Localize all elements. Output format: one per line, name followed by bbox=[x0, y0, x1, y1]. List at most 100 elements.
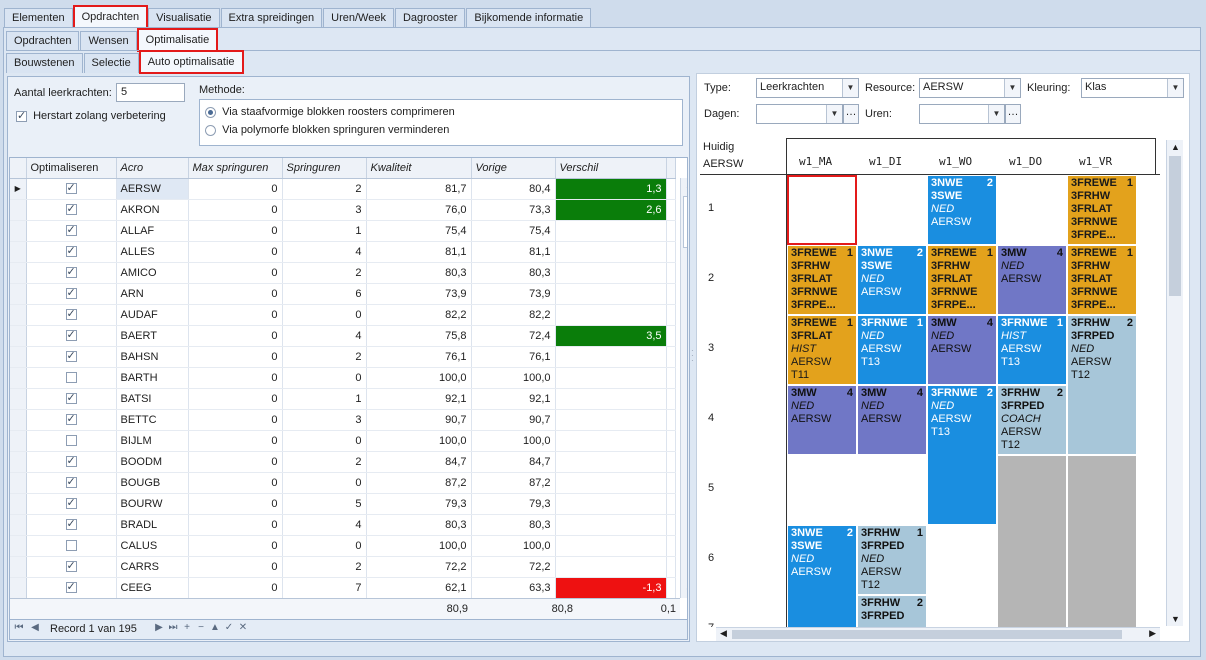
acro-cell[interactable]: BAHSN bbox=[116, 346, 189, 368]
row-indicator[interactable] bbox=[10, 199, 27, 221]
kwaliteit-cell[interactable]: 84,7 bbox=[366, 451, 472, 473]
max-springuren-cell[interactable]: 0 bbox=[188, 283, 283, 305]
row-indicator[interactable] bbox=[10, 220, 27, 242]
vorige-cell[interactable]: 100,0 bbox=[471, 535, 556, 557]
column-header-acro[interactable]: Acro bbox=[116, 158, 189, 179]
schedule-block[interactable]: 4 3MW NED AERSW bbox=[997, 245, 1067, 315]
row-indicator[interactable] bbox=[10, 283, 27, 305]
springuren-cell[interactable]: 2 bbox=[282, 178, 367, 200]
next-record-icon[interactable]: ▶ bbox=[153, 622, 165, 636]
acro-cell[interactable]: BOODM bbox=[116, 451, 189, 473]
springuren-cell[interactable]: 0 bbox=[282, 472, 367, 494]
grid-scrollbar[interactable]: ▲ ▼ bbox=[680, 178, 687, 598]
springuren-cell[interactable]: 3 bbox=[282, 409, 367, 431]
verschil-cell[interactable]: 2,6 bbox=[555, 199, 667, 221]
subtab-opdrachten[interactable]: Opdrachten bbox=[6, 31, 80, 51]
kwaliteit-cell[interactable]: 73,9 bbox=[366, 283, 472, 305]
kwaliteit-cell[interactable]: 81,7 bbox=[366, 178, 472, 200]
springuren-cell[interactable]: 2 bbox=[282, 262, 367, 284]
optimaliseren-checkbox[interactable] bbox=[65, 475, 77, 489]
vorige-cell[interactable]: 100,0 bbox=[471, 367, 556, 389]
schedule-block[interactable]: 2 3NWE 3SWE NED AERSW bbox=[787, 525, 857, 627]
optimaliseren-cell[interactable] bbox=[26, 535, 117, 557]
schedule-block[interactable]: 1 3FREWE 3FRHW 3FRLAT 3FRNWE 3FRPE... bbox=[1067, 175, 1137, 245]
tab-elementen[interactable]: Elementen bbox=[4, 8, 73, 28]
schedule-block[interactable]: 1 3FREWE 3FRHW 3FRLAT 3FRNWE 3FRPE... bbox=[927, 245, 997, 315]
optimaliseren-checkbox[interactable] bbox=[65, 580, 77, 594]
acro-cell[interactable]: BATSI bbox=[116, 388, 189, 410]
vorige-cell[interactable]: 92,1 bbox=[471, 388, 556, 410]
vorige-cell[interactable]: 72,4 bbox=[471, 325, 556, 347]
schedule-block[interactable]: 1 3FRHW 3FRPED NED AERSW T12 bbox=[857, 525, 927, 595]
radio-methode-1[interactable] bbox=[205, 106, 216, 118]
scroll-thumb[interactable] bbox=[732, 630, 1122, 639]
verschil-cell[interactable] bbox=[555, 241, 667, 263]
schedule-block[interactable]: 4 3MW NED AERSW bbox=[857, 385, 927, 455]
max-springuren-cell[interactable]: 0 bbox=[188, 262, 283, 284]
max-springuren-cell[interactable]: 0 bbox=[188, 514, 283, 536]
optimaliseren-checkbox[interactable] bbox=[65, 540, 77, 552]
max-springuren-cell[interactable]: 0 bbox=[188, 304, 283, 326]
row-indicator[interactable]: ▶ bbox=[10, 178, 27, 200]
optimaliseren-cell[interactable] bbox=[26, 346, 117, 368]
springuren-cell[interactable]: 0 bbox=[282, 367, 367, 389]
up-icon[interactable]: ▲ bbox=[209, 622, 221, 636]
kwaliteit-cell[interactable]: 80,3 bbox=[366, 262, 472, 284]
verschil-cell[interactable] bbox=[555, 493, 667, 515]
acro-cell[interactable]: ALLES bbox=[116, 241, 189, 263]
subtab2-bouwstenen[interactable]: Bouwstenen bbox=[6, 53, 83, 73]
row-indicator[interactable] bbox=[10, 304, 27, 326]
scroll-up-icon[interactable]: ▲ bbox=[685, 180, 687, 190]
aantal-input[interactable]: 5 bbox=[116, 83, 185, 102]
schedule-hscroll[interactable]: ◀ ▶ bbox=[716, 627, 1160, 641]
row-indicator[interactable] bbox=[10, 409, 27, 431]
kwaliteit-cell[interactable]: 87,2 bbox=[366, 472, 472, 494]
tab-extra-spreidingen[interactable]: Extra spreidingen bbox=[220, 8, 323, 28]
springuren-cell[interactable]: 7 bbox=[282, 577, 367, 599]
schedule-block[interactable] bbox=[997, 455, 1067, 627]
verschil-cell[interactable] bbox=[555, 388, 667, 410]
vorige-cell[interactable]: 80,4 bbox=[471, 178, 556, 200]
tab-dagrooster[interactable]: Dagrooster bbox=[394, 8, 466, 28]
optimaliseren-checkbox[interactable] bbox=[65, 454, 77, 468]
table-row[interactable]: BIJLM 0 0 100,0 100,0 bbox=[10, 430, 676, 452]
optimaliseren-cell[interactable] bbox=[26, 304, 117, 326]
max-springuren-cell[interactable]: 0 bbox=[188, 241, 283, 263]
max-springuren-cell[interactable]: 0 bbox=[188, 430, 283, 452]
optimaliseren-checkbox[interactable] bbox=[65, 265, 77, 279]
schedule-block[interactable]: 1 3FREWE 3FRHW 3FRLAT 3FRNWE 3FRPE... bbox=[787, 245, 857, 315]
max-springuren-cell[interactable]: 0 bbox=[188, 388, 283, 410]
splitter-grip[interactable]: · · · bbox=[691, 347, 695, 368]
kwaliteit-cell[interactable]: 100,0 bbox=[366, 535, 472, 557]
confirm-icon[interactable]: ✓ bbox=[223, 622, 235, 636]
table-row[interactable]: BATSI0192,192,1 bbox=[10, 388, 676, 410]
optimaliseren-cell[interactable] bbox=[26, 262, 117, 284]
uren-select[interactable]: ▼ bbox=[919, 104, 1005, 124]
springuren-cell[interactable]: 1 bbox=[282, 220, 367, 242]
vorige-cell[interactable]: 76,1 bbox=[471, 346, 556, 368]
chevron-down-icon[interactable]: ▼ bbox=[1167, 79, 1183, 97]
row-indicator[interactable] bbox=[10, 577, 27, 599]
optimaliseren-checkbox[interactable] bbox=[65, 286, 77, 300]
springuren-cell[interactable]: 2 bbox=[282, 451, 367, 473]
scroll-thumb[interactable] bbox=[683, 196, 687, 248]
verschil-cell[interactable] bbox=[555, 451, 667, 473]
optimaliseren-checkbox[interactable] bbox=[65, 391, 77, 405]
kwaliteit-cell[interactable]: 75,8 bbox=[366, 325, 472, 347]
springuren-cell[interactable]: 2 bbox=[282, 346, 367, 368]
scroll-up-icon[interactable]: ▲ bbox=[1171, 142, 1180, 152]
springuren-cell[interactable]: 4 bbox=[282, 514, 367, 536]
chevron-down-icon[interactable]: ▼ bbox=[1004, 79, 1020, 97]
table-row[interactable]: BOODM0284,784,7 bbox=[10, 451, 676, 473]
last-record-icon[interactable]: ⏭ bbox=[167, 622, 179, 636]
optimaliseren-checkbox[interactable] bbox=[65, 372, 77, 384]
schedule-block[interactable]: 2 3FRHW 3FRPED COACH AERSW T12 bbox=[997, 385, 1067, 455]
schedule-vscroll[interactable]: ▲ ▼ bbox=[1166, 140, 1183, 626]
scroll-down-icon[interactable]: ▼ bbox=[685, 586, 687, 596]
delete-record-icon[interactable]: − bbox=[195, 622, 207, 636]
optimaliseren-cell[interactable] bbox=[26, 493, 117, 515]
scroll-left-icon[interactable]: ◀ bbox=[720, 628, 727, 639]
selected-slot[interactable] bbox=[787, 175, 857, 245]
vorige-cell[interactable]: 81,1 bbox=[471, 241, 556, 263]
optimaliseren-checkbox[interactable] bbox=[65, 181, 77, 195]
